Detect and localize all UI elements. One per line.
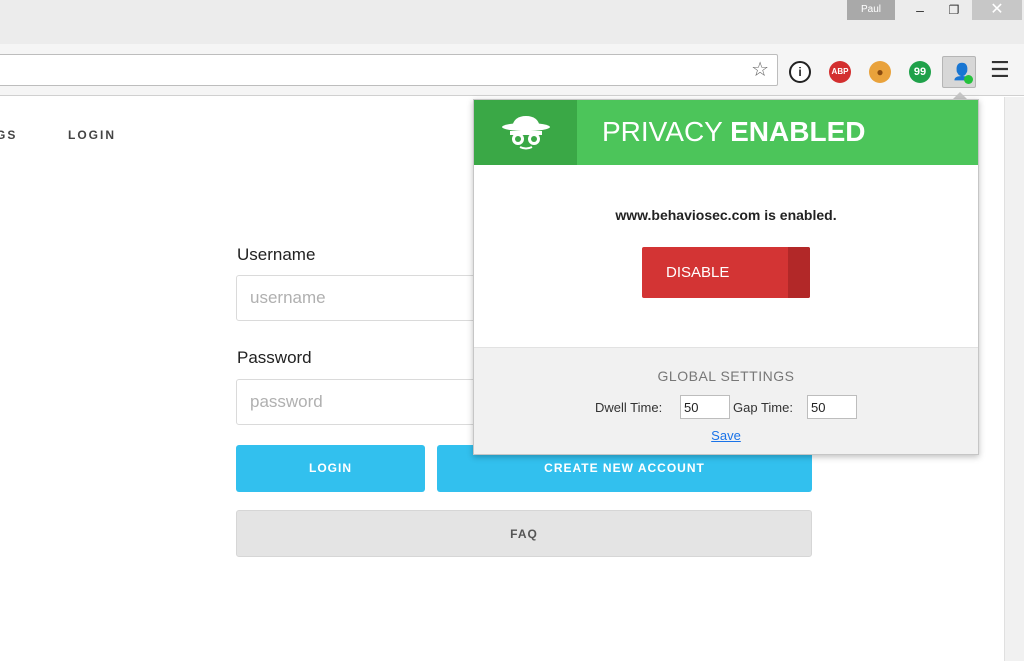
global-settings-title: GLOBAL SETTINGS [657, 368, 795, 384]
dwell-time-input[interactable] [680, 395, 730, 419]
privacy-popup: PRIVACY ENABLED www.behaviosec.com is en… [473, 99, 979, 455]
popup-header: PRIVACY ENABLED [474, 100, 978, 165]
disable-button-label: DISABLE [666, 264, 730, 281]
gap-time-input[interactable] [807, 395, 857, 419]
faq-button[interactable]: FAQ [236, 510, 812, 557]
username-input[interactable] [236, 275, 476, 321]
minimize-button[interactable]: – [906, 0, 934, 20]
settings-row: Dwell Time: Gap Time: [474, 395, 978, 421]
title-bar: Paul – ❐ ✕ [0, 0, 1024, 44]
popup-logo [474, 100, 577, 165]
popup-title: PRIVACY ENABLED [602, 115, 865, 149]
close-button[interactable]: ✕ [972, 0, 1022, 20]
hangouts-extension-icon[interactable]: 99 [909, 61, 931, 83]
nav-login-link[interactable]: LOGIN [68, 128, 116, 142]
popup-title-bold: ENABLED [730, 116, 866, 147]
bookmark-star-icon[interactable]: ☆ [751, 59, 769, 81]
adblock-extension-icon[interactable]: ABP [829, 61, 851, 83]
info-extension-icon[interactable]: i [789, 61, 811, 83]
page-scrollbar[interactable] [1004, 97, 1024, 661]
spy-icon [502, 116, 550, 150]
password-label: Password [237, 348, 312, 367]
dwell-time-label: Dwell Time: [595, 400, 663, 415]
gap-time-label: Gap Time: [733, 400, 793, 415]
save-link[interactable]: Save [474, 428, 978, 443]
global-settings-panel: GLOBAL SETTINGS Dwell Time: Gap Time: Sa… [474, 347, 978, 454]
nav-settings-link[interactable]: GS [0, 128, 17, 142]
privacy-extension-button[interactable]: 👤 [942, 56, 976, 88]
enabled-status-dot [964, 75, 973, 84]
maximize-button[interactable]: ❐ [940, 0, 968, 20]
site-status-text: www.behaviosec.com is enabled. [615, 207, 837, 223]
username-label: Username [237, 245, 316, 264]
address-bar[interactable]: ☆ [0, 54, 778, 86]
profile-button[interactable]: Paul [847, 0, 895, 20]
disable-button-edge [788, 247, 810, 298]
menu-icon[interactable]: ☰ [990, 58, 1010, 82]
login-button[interactable]: LOGIN [236, 445, 425, 492]
popup-title-light: PRIVACY [602, 116, 731, 147]
disable-button[interactable]: DISABLE [642, 247, 810, 298]
password-input[interactable] [236, 379, 476, 425]
cookie-extension-icon[interactable]: ● [869, 61, 891, 83]
browser-toolbar: ☆ i ABP ● 99 👤 ☰ [0, 44, 1024, 96]
